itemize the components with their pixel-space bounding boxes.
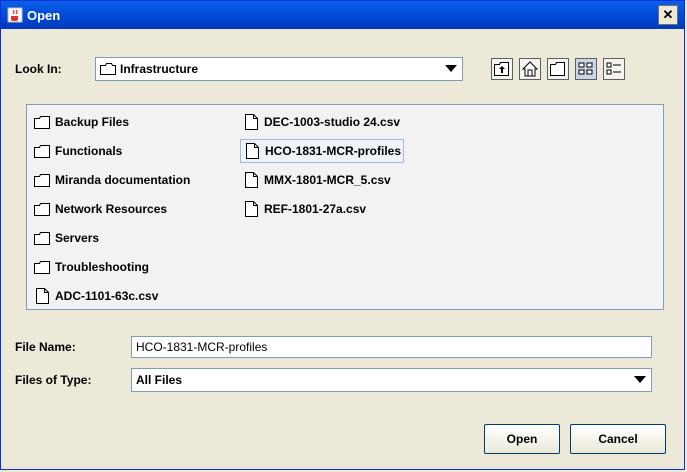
- file-type-value: All Files: [136, 373, 183, 387]
- folder-icon: [34, 203, 50, 216]
- folder-item[interactable]: Servers: [31, 226, 101, 250]
- file-list[interactable]: Backup Files Functionals Miranda documenta…: [26, 104, 664, 310]
- look-in-value: Infrastructure: [120, 62, 199, 76]
- file-item[interactable]: MMX-1801-MCR_5.csv: [240, 168, 393, 192]
- details-view-button[interactable]: [603, 58, 625, 80]
- item-label: Troubleshooting: [55, 260, 149, 274]
- dialog-buttons: Open Cancel: [484, 424, 666, 454]
- file-item[interactable]: HCO-1831-MCR-profiles: [240, 139, 405, 163]
- item-label: MMX-1801-MCR_5.csv: [264, 173, 391, 187]
- file-type-row: Files of Type: All Files: [15, 368, 652, 392]
- folder-item[interactable]: Network Resources: [31, 197, 169, 221]
- close-button[interactable]: ✕: [658, 5, 678, 25]
- folder-item[interactable]: Troubleshooting: [31, 255, 151, 279]
- file-icon: [245, 114, 258, 130]
- folder-item[interactable]: Functionals: [31, 139, 124, 163]
- look-in-row: Look In: Infrastructure: [15, 57, 463, 81]
- file-icon: [245, 172, 258, 188]
- cancel-button[interactable]: Cancel: [570, 424, 666, 454]
- item-label: REF-1801-27a.csv: [264, 202, 367, 216]
- item-label: Servers: [55, 231, 100, 245]
- chevron-down-icon[interactable]: [440, 58, 462, 80]
- item-label: Functionals: [55, 144, 123, 158]
- folder-icon: [100, 63, 116, 75]
- new-folder-icon: [550, 62, 565, 76]
- folder-item[interactable]: Backup Files: [31, 110, 131, 134]
- folder-icon: [34, 261, 50, 274]
- up-one-level-icon: [494, 62, 509, 76]
- file-name-label: File Name:: [15, 340, 76, 354]
- close-icon: ✕: [662, 7, 674, 22]
- folder-icon: [34, 232, 50, 245]
- list-view-button[interactable]: [575, 58, 597, 80]
- file-name-input[interactable]: HCO-1831-MCR-profiles: [131, 336, 652, 358]
- title-bar[interactable]: Open ✕: [1, 1, 684, 29]
- look-in-label: Look In:: [15, 62, 62, 76]
- file-type-label: Files of Type:: [15, 373, 92, 387]
- open-button[interactable]: Open: [484, 424, 560, 454]
- list-view-icon: [578, 62, 593, 75]
- file-name-row: File Name: HCO-1831-MCR-profiles: [15, 336, 652, 358]
- home-button[interactable]: [519, 58, 541, 80]
- look-in-dropdown[interactable]: Infrastructure: [95, 57, 463, 81]
- file-item[interactable]: DEC-1003-studio 24.csv: [240, 110, 402, 134]
- home-icon: [522, 61, 538, 77]
- file-icon: [246, 143, 259, 159]
- details-view-icon: [606, 62, 621, 75]
- item-label: HCO-1831-MCR-profiles: [265, 144, 402, 158]
- window-title: Open: [27, 7, 61, 23]
- new-folder-button[interactable]: [547, 58, 569, 80]
- item-label: Backup Files: [55, 115, 130, 129]
- file-icon: [245, 201, 258, 217]
- folder-icon: [34, 116, 50, 129]
- file-item[interactable]: REF-1801-27a.csv: [240, 197, 368, 221]
- java-cup-icon: [7, 7, 23, 23]
- item-label: Network Resources: [55, 202, 168, 216]
- file-icon: [36, 288, 49, 304]
- file-item[interactable]: ADC-1101-63c.csv: [31, 284, 160, 308]
- item-label: DEC-1003-studio 24.csv: [264, 115, 401, 129]
- dialog-toolbar: [491, 58, 625, 80]
- folder-icon: [34, 174, 50, 187]
- item-label: Miranda documentation: [55, 173, 191, 187]
- folder-item[interactable]: Miranda documentation: [31, 168, 192, 192]
- up-one-level-button[interactable]: [491, 58, 513, 80]
- file-type-dropdown[interactable]: All Files: [131, 368, 652, 392]
- item-label: ADC-1101-63c.csv: [55, 289, 159, 303]
- folder-icon: [34, 145, 50, 158]
- open-dialog: Open ✕ Look In: Infrastructure Backup Fi…: [0, 0, 685, 470]
- chevron-down-icon[interactable]: [629, 369, 651, 391]
